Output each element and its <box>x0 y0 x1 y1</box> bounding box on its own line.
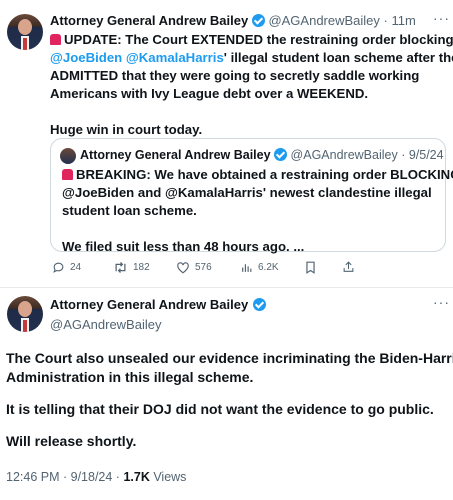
retweet-icon <box>115 262 126 273</box>
author-handle[interactable]: @AGAndrewBailey <box>50 317 266 332</box>
handle-and-time: @AGAndrewBailey · 9/5/24 <box>290 148 444 162</box>
siren-icon <box>50 34 61 45</box>
divider <box>0 287 453 288</box>
heart-icon <box>177 262 189 274</box>
share-icon <box>343 261 354 272</box>
reply-button[interactable]: 24 <box>52 261 81 274</box>
quote-line: student loan scheme. <box>62 203 197 218</box>
retweet-count: 182 <box>133 262 150 273</box>
verified-badge-icon <box>251 14 265 27</box>
author-name: Attorney General Andrew Bailey <box>80 148 271 162</box>
views-label: Views <box>149 470 187 484</box>
more-options-icon[interactable]: ··· <box>433 10 450 26</box>
avatar[interactable] <box>7 14 43 50</box>
mention-link[interactable]: @KamalaHarris <box>126 50 224 65</box>
tweet-meta: 12:46 PM · 9/18/24 · 1.7K Views <box>6 470 186 484</box>
tweet-line: It is telling that their DOJ did not wan… <box>6 401 434 417</box>
like-count: 576 <box>195 262 212 273</box>
quote-line: @JoeBiden and @KamalaHarris' newest clan… <box>62 185 432 200</box>
bookmark-button[interactable] <box>305 261 316 274</box>
siren-icon <box>62 169 73 180</box>
timestamp[interactable]: 12:46 PM · 9/18/24 · <box>6 470 123 484</box>
retweet-button[interactable]: 182 <box>113 261 150 274</box>
tweet-line: The Court also unsealed our evidence inc… <box>6 350 453 366</box>
tweet-line: ADMITTED that they were going to secretl… <box>50 68 420 83</box>
quote-header: Attorney General Andrew Bailey @AGAndrew… <box>80 148 444 162</box>
tweet-line: ' illegal student loan scheme after they <box>223 50 453 65</box>
tweet-header: Attorney General Andrew Bailey @AGAndrew… <box>50 13 416 28</box>
share-button[interactable] <box>342 260 355 274</box>
author-name[interactable]: Attorney General Andrew Bailey <box>50 297 248 312</box>
reply-icon <box>53 262 64 273</box>
tweet-line: Administration in this illegal scheme. <box>6 369 254 385</box>
avatar[interactable] <box>7 296 43 332</box>
bookmark-icon <box>306 261 315 274</box>
verified-badge-icon <box>252 298 266 311</box>
views-total: 1.7K <box>123 470 150 484</box>
avatar <box>60 148 76 164</box>
quoted-tweet[interactable]: Attorney General Andrew Bailey @AGAndrew… <box>50 138 453 254</box>
tweet-line: Will release shortly. <box>6 433 137 449</box>
views-count: 6.2K <box>258 262 279 273</box>
tweet-body: The Court also unsealed our evidence inc… <box>6 349 453 451</box>
tweet-line: Americans with Ivy League debt over a WE… <box>50 86 369 101</box>
views-button[interactable]: 6.2K <box>240 261 279 274</box>
quote-text: BREAKING: We have obtained a restraining… <box>62 166 453 256</box>
quote-line: We filed suit less than 48 hours ago. ..… <box>62 239 305 254</box>
more-options-icon[interactable]: ··· <box>433 294 450 310</box>
author-name[interactable]: Attorney General Andrew Bailey <box>50 13 248 28</box>
mention-link[interactable]: @JoeBiden <box>50 50 122 65</box>
tweet-line: UPDATE: The Court EXTENDED the restraini… <box>64 32 453 47</box>
tweet-header: Attorney General Andrew Bailey @AGAndrew… <box>50 296 266 332</box>
like-button[interactable]: 576 <box>176 261 212 274</box>
handle-and-time[interactable]: @AGAndrewBailey · 11m <box>268 13 415 28</box>
views-icon <box>242 264 252 272</box>
quote-line: BREAKING: We have obtained a restraining… <box>76 167 453 182</box>
reply-count: 24 <box>70 262 82 273</box>
verified-badge-icon <box>274 148 288 161</box>
tweet-line: Huge win in court today. <box>50 122 203 137</box>
tweet-text: UPDATE: The Court EXTENDED the restraini… <box>50 31 453 139</box>
